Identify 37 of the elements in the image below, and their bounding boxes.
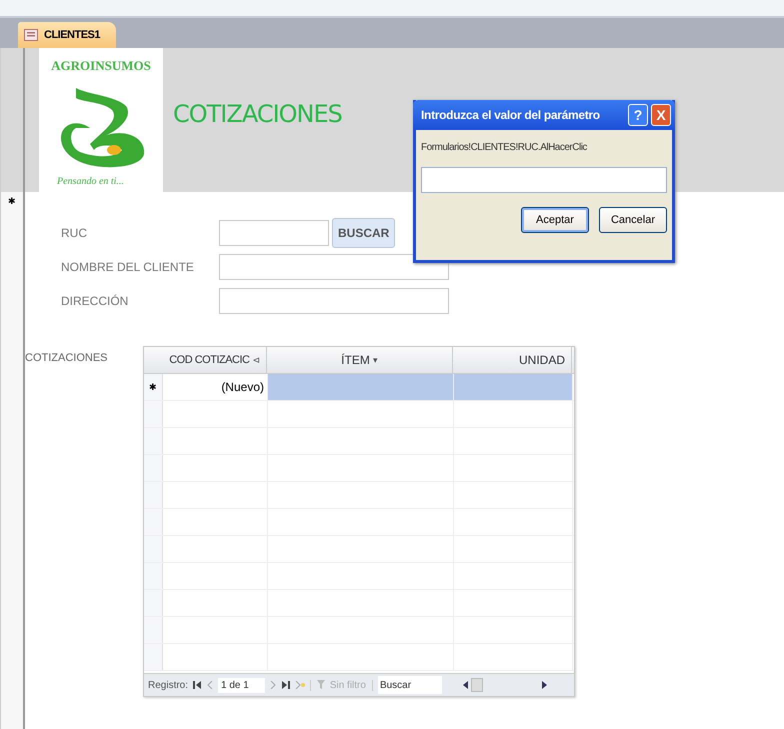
form-icon — [24, 29, 38, 41]
logo-slogan: Pensando en ti... — [57, 176, 124, 187]
scroll-thumb[interactable] — [470, 678, 483, 692]
logo-name: AGROINSUMOS — [51, 58, 151, 74]
filter-icon — [316, 680, 327, 690]
document-tab[interactable]: CLIENTES1 — [18, 22, 116, 48]
input-field[interactable] — [219, 288, 449, 314]
horizontal-scrollbar[interactable] — [462, 678, 547, 692]
search-button[interactable]: BUSCAR — [332, 218, 396, 248]
record-label: Registro: — [148, 680, 188, 690]
column-header[interactable]: COD COTIZACIC ⊲ — [162, 347, 267, 373]
row-selector[interactable]: ✱ — [144, 374, 163, 400]
dialog-title: Introduzca el valor del parámetro — [421, 108, 601, 122]
field-label: DIRECCIÓN — [61, 294, 130, 308]
help-button[interactable]: ? — [628, 104, 648, 126]
field-label: RUC — [61, 226, 88, 240]
last-record-icon[interactable] — [280, 681, 290, 689]
column-header[interactable]: ÍTEM ▾ — [267, 347, 453, 373]
close-button[interactable]: X — [651, 104, 671, 126]
previous-record-icon[interactable] — [207, 681, 214, 689]
subform-label: COTIZACIONES — [25, 351, 109, 366]
scroll-right-icon[interactable] — [540, 681, 547, 689]
search-field[interactable]: Buscar — [378, 676, 442, 694]
next-record-icon[interactable] — [270, 681, 276, 689]
accept-button[interactable]: Aceptar — [521, 207, 589, 233]
field-label: NOMBRE DEL CLIENTE — [61, 260, 195, 274]
input-field[interactable] — [421, 167, 667, 193]
cancel-button[interactable]: Cancelar — [599, 207, 667, 233]
input-field[interactable] — [219, 254, 449, 280]
record-position[interactable]: 1 de 1 — [218, 678, 265, 692]
input-field[interactable] — [219, 220, 329, 246]
record-selector[interactable]: ✱ — [1, 192, 23, 206]
first-record-icon[interactable] — [193, 681, 202, 689]
new-record-icon[interactable] — [294, 681, 305, 689]
form-title: COTIZACIONES — [173, 100, 342, 130]
parameter-prompt: Formularios!CLIENTES!RUC.AlHacerClic — [421, 141, 588, 155]
column-header[interactable]: UNIDAD — [453, 347, 572, 373]
